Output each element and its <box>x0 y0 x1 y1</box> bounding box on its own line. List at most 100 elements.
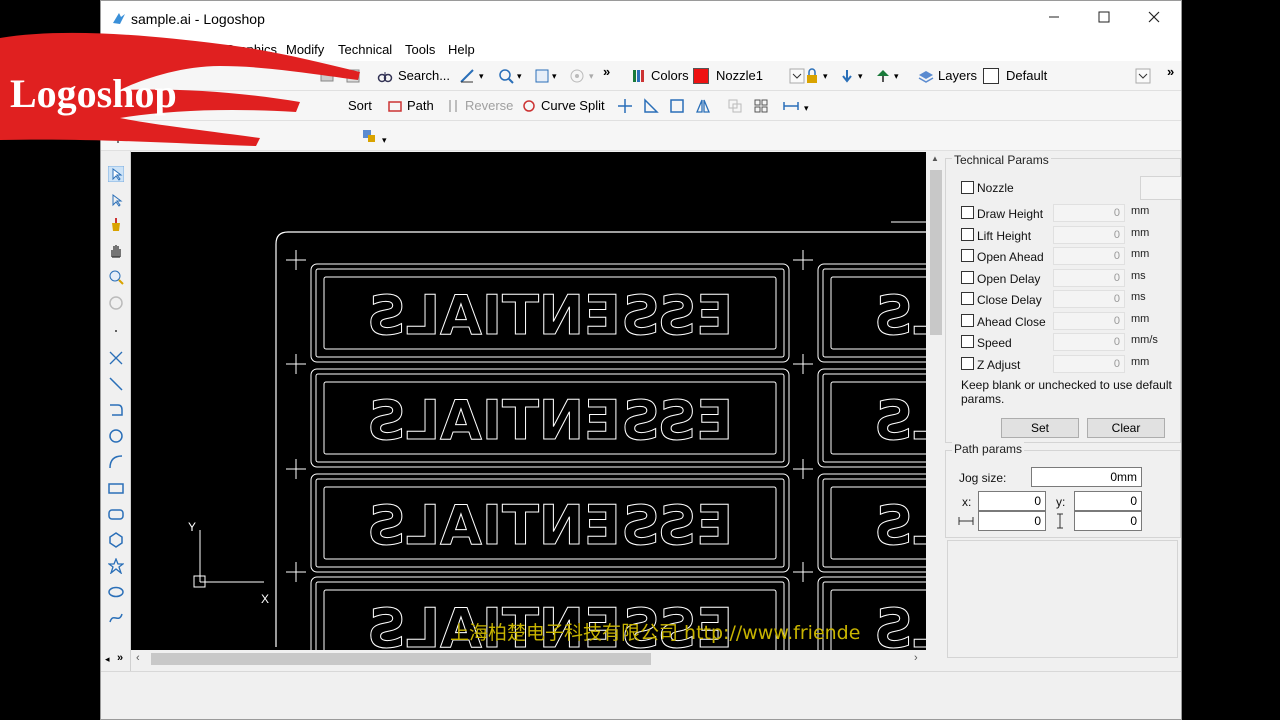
page-dropdown[interactable]: ▾ <box>552 71 557 82</box>
arc-icon[interactable] <box>108 454 124 470</box>
order-dropdown[interactable]: ▾ <box>382 135 387 146</box>
toolbar-expand[interactable]: » <box>117 652 123 664</box>
lock-dropdown[interactable]: ▾ <box>823 71 828 82</box>
search-button[interactable]: Search... <box>398 68 450 83</box>
zoom-tool-icon[interactable] <box>108 269 124 285</box>
maximize-button[interactable] <box>1084 7 1124 31</box>
rotate-icon[interactable] <box>108 295 124 311</box>
circle-icon[interactable] <box>108 428 124 444</box>
menu-technical[interactable]: Technical <box>338 42 392 57</box>
ellipse-icon[interactable] <box>108 584 124 600</box>
select-icon[interactable] <box>108 166 124 182</box>
jog-size-input[interactable]: 0mm <box>1031 467 1142 487</box>
width-input[interactable]: 0 <box>978 511 1046 531</box>
param-checkbox[interactable] <box>961 227 974 241</box>
distribute-icon[interactable] <box>783 98 799 114</box>
zoom-icon[interactable] <box>498 68 514 84</box>
clear-button[interactable]: Clear <box>1087 418 1165 438</box>
lock-icon[interactable] <box>804 68 820 84</box>
vertical-scroll-thumb[interactable] <box>930 170 942 335</box>
param-input[interactable]: 0 <box>1053 268 1125 287</box>
rectangle-icon[interactable] <box>108 480 124 496</box>
param-checkbox[interactable] <box>961 335 974 348</box>
menu-tools[interactable]: Tools <box>405 42 435 57</box>
polygon-icon[interactable] <box>108 532 124 548</box>
toolbar-more[interactable]: » <box>603 64 610 79</box>
polyline-icon[interactable] <box>108 402 124 418</box>
bucket-icon[interactable] <box>108 217 124 233</box>
distribute-dropdown[interactable]: ▾ <box>804 103 809 114</box>
arrow-down-icon[interactable] <box>839 68 855 84</box>
layers-icon[interactable] <box>918 68 934 84</box>
reverse-icon[interactable] <box>445 98 461 114</box>
hand-icon[interactable] <box>108 243 124 259</box>
menu-view[interactable]: View <box>183 42 211 57</box>
toolbar-more-2[interactable]: » <box>1167 64 1174 79</box>
layers-button[interactable]: Layers <box>938 68 977 83</box>
vertical-scrollbar[interactable]: ▲ <box>927 152 945 650</box>
path-icon[interactable] <box>387 98 403 114</box>
param-input[interactable]: 0 <box>1053 225 1125 244</box>
line-icon[interactable] <box>108 376 124 392</box>
measure-icon[interactable] <box>459 68 475 84</box>
scale-icon[interactable] <box>643 98 659 114</box>
search-icon[interactable] <box>377 68 393 84</box>
param-checkbox[interactable] <box>961 249 974 262</box>
page-icon[interactable] <box>534 68 550 84</box>
x-input[interactable]: 0 <box>978 491 1046 511</box>
colors-icon[interactable] <box>631 68 647 84</box>
nozzle-select[interactable]: Nozzle1 <box>716 68 763 83</box>
close-button[interactable] <box>1134 7 1174 31</box>
param-checkbox[interactable] <box>961 206 974 219</box>
menu-graphics[interactable]: Graphics <box>225 42 277 57</box>
layer-chevron-icon[interactable] <box>1135 68 1151 84</box>
tree-dropdown[interactable]: ▾ <box>894 71 899 82</box>
param-input[interactable]: 0 <box>1053 311 1125 330</box>
menu-modify[interactable]: Modify <box>286 42 324 57</box>
nozzle-color-swatch[interactable] <box>693 68 709 84</box>
mirror-icon[interactable] <box>695 98 711 114</box>
menu-help[interactable]: Help <box>448 42 475 57</box>
open-icon[interactable] <box>319 68 335 84</box>
order-icon[interactable] <box>361 128 377 144</box>
frame-icon[interactable] <box>669 98 685 114</box>
param-checkbox[interactable] <box>961 270 974 284</box>
rounded-rectangle-icon[interactable] <box>108 506 124 522</box>
point-icon[interactable] <box>108 323 124 339</box>
horizontal-scrollbar[interactable]: ‹ › <box>131 650 926 668</box>
drawing-canvas-svg[interactable]: ESSENTIALS ESSENTIALS ESSENTIALS ESSENTIALS… <box>131 152 926 650</box>
param-input[interactable]: 0 <box>1053 354 1125 373</box>
nozzle-checkbox[interactable] <box>961 181 974 194</box>
sort-button[interactable]: Sort <box>348 98 372 113</box>
zoom-dropdown[interactable]: ▾ <box>517 71 522 82</box>
group-icon[interactable] <box>727 98 743 114</box>
param-checkbox[interactable] <box>961 356 974 370</box>
scroll-left-arrow[interactable]: ◂ <box>105 654 110 665</box>
param-checkbox[interactable] <box>961 313 974 327</box>
nozzle-select[interactable] <box>1140 176 1181 200</box>
path-button[interactable]: Path <box>407 98 434 113</box>
set-button[interactable]: Set <box>1001 418 1079 438</box>
cross-icon[interactable] <box>108 350 124 366</box>
arrow-dropdown[interactable]: ▾ <box>858 71 863 82</box>
star-icon[interactable] <box>108 558 124 574</box>
chevron-down-icon[interactable] <box>789 68 805 84</box>
spline-icon[interactable] <box>108 610 124 626</box>
y-input[interactable]: 0 <box>1074 491 1142 511</box>
array-icon[interactable] <box>753 98 769 114</box>
tree-icon[interactable] <box>875 68 891 84</box>
target-icon[interactable] <box>569 68 585 84</box>
align-left-icon[interactable] <box>116 128 132 144</box>
node-select-icon[interactable] <box>108 192 124 208</box>
param-checkbox[interactable] <box>961 292 974 305</box>
layer-color-swatch[interactable] <box>983 68 999 84</box>
param-input[interactable]: 0 <box>1053 290 1125 308</box>
measure-dropdown[interactable]: ▾ <box>479 71 484 82</box>
height-input[interactable]: 0 <box>1074 511 1142 531</box>
curve-split-button[interactable]: Curve Split <box>541 98 605 113</box>
minimize-button[interactable] <box>1034 7 1074 31</box>
param-input[interactable]: 0 <box>1053 333 1125 351</box>
move-icon[interactable] <box>617 98 633 114</box>
curve-split-icon[interactable] <box>521 98 537 114</box>
param-input[interactable]: 0 <box>1053 204 1125 222</box>
